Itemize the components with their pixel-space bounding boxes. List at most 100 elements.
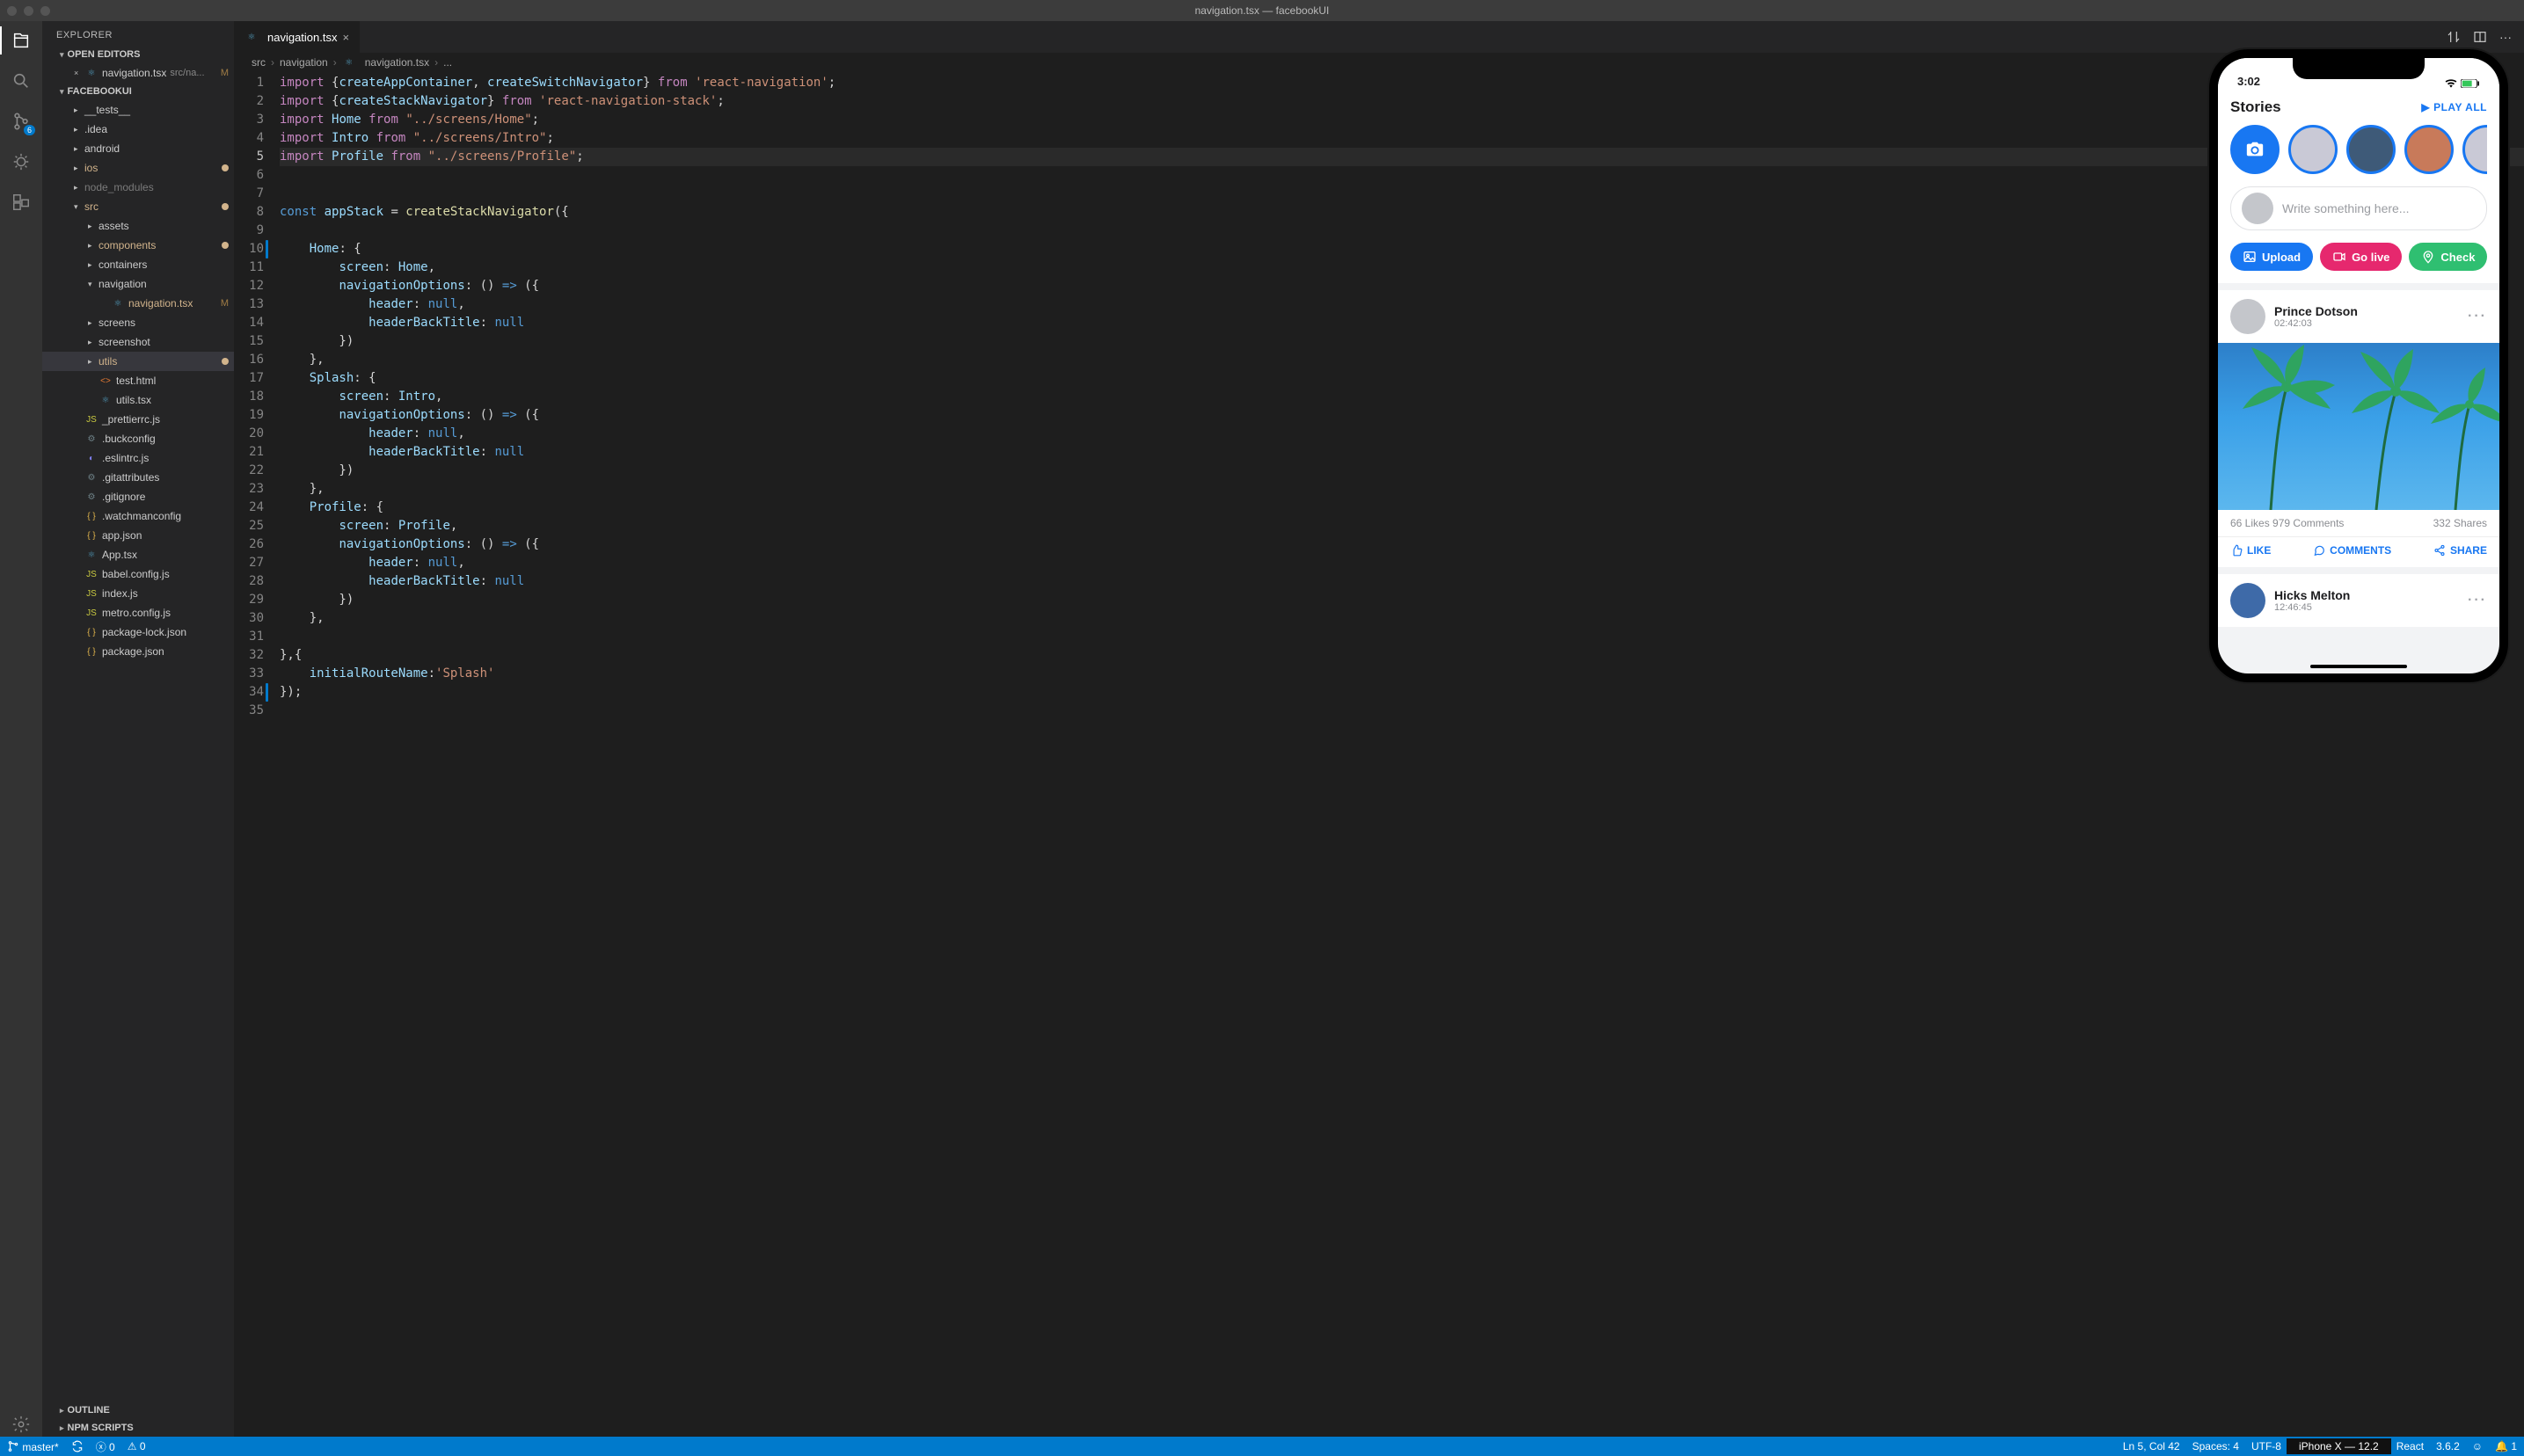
folder-item[interactable]: ▸android xyxy=(42,139,234,158)
file-item[interactable]: JSindex.js xyxy=(42,584,234,603)
window-controls[interactable] xyxy=(7,6,50,16)
tree-item-label: components xyxy=(98,239,156,251)
cursor-position[interactable]: Ln 5, Col 42 xyxy=(2123,1440,2180,1452)
breadcrumb-item[interactable]: ... xyxy=(443,56,452,69)
file-item[interactable]: { }package-lock.json xyxy=(42,622,234,642)
settings-gear-icon[interactable] xyxy=(9,1412,33,1437)
zoom-window-icon[interactable] xyxy=(40,6,50,16)
js-file-icon: JS xyxy=(84,567,98,581)
status-bar: master* ⓧ 0 ⚠ 0 Ln 5, Col 42 Spaces: 4 U… xyxy=(0,1437,2524,1456)
folder-item[interactable]: ▸assets xyxy=(42,216,234,236)
code-area[interactable]: 1234567891011121314151617181920212223242… xyxy=(234,72,2524,1437)
breadcrumb-item[interactable]: navigation.tsx xyxy=(365,56,429,69)
file-item[interactable]: ⚛utils.tsx xyxy=(42,390,234,410)
react-file-icon: ⚛ xyxy=(84,66,98,80)
file-item[interactable]: ⚛navigation.tsxM xyxy=(42,294,234,313)
breadcrumb-item[interactable]: src xyxy=(252,56,266,69)
folder-item[interactable]: ▸containers xyxy=(42,255,234,274)
file-item[interactable]: { }package.json xyxy=(42,642,234,661)
indentation[interactable]: Spaces: 4 xyxy=(2192,1440,2239,1452)
folder-item[interactable]: ▾src xyxy=(42,197,234,216)
file-item[interactable]: { }.watchmanconfig xyxy=(42,506,234,526)
file-item[interactable]: ⚙.gitignore xyxy=(42,487,234,506)
simulator-label[interactable]: iPhone X — 12.2 xyxy=(2287,1438,2391,1454)
tree-item-label: containers xyxy=(98,258,147,271)
open-editor-filename: navigation.tsx xyxy=(102,67,166,79)
minimize-window-icon[interactable] xyxy=(24,6,33,16)
file-item[interactable]: JSmetro.config.js xyxy=(42,603,234,622)
errors-indicator[interactable]: ⓧ 0 xyxy=(96,1439,115,1454)
debug-icon[interactable] xyxy=(9,149,33,174)
typescript-file-icon: ⚛ xyxy=(98,393,113,407)
explorer-icon[interactable] xyxy=(9,28,33,53)
tree-item-label: .gitignore xyxy=(102,491,145,503)
editor-tab[interactable]: ⚛ navigation.tsx × xyxy=(234,21,361,53)
tree-item-label: node_modules xyxy=(84,181,154,193)
folder-item[interactable]: ▸node_modules xyxy=(42,178,234,197)
open-editor-item[interactable]: × ⚛ navigation.tsx src/na... M xyxy=(42,63,234,83)
file-item[interactable]: JS_prettierrc.js xyxy=(42,410,234,429)
search-icon[interactable] xyxy=(9,69,33,93)
folder-item[interactable]: ▸screenshot xyxy=(42,332,234,352)
feedback-icon[interactable]: ☺ xyxy=(2472,1440,2483,1452)
file-item[interactable]: JS babel.config.js xyxy=(42,564,234,584)
react-file-icon: ⚛ xyxy=(342,55,356,69)
outline-section[interactable]: OUTLINE xyxy=(42,1401,234,1419)
language-mode[interactable]: React xyxy=(2396,1440,2424,1452)
file-item[interactable]: <>test.html xyxy=(42,371,234,390)
folder-item[interactable]: ▸ios xyxy=(42,158,234,178)
scm-badge: 6 xyxy=(24,125,35,135)
activity-bar: 6 xyxy=(0,21,42,1437)
chevron-right-icon: ▸ xyxy=(88,222,98,231)
js-file-icon: JS xyxy=(84,606,98,620)
tree-item-label: screens xyxy=(98,317,135,329)
eslint-file-icon: ◐ xyxy=(84,451,98,465)
chevron-right-icon: ▸ xyxy=(74,125,84,135)
folder-item[interactable]: ▾navigation xyxy=(42,274,234,294)
encoding[interactable]: UTF-8 xyxy=(2251,1440,2281,1452)
tab-row: ⚛ navigation.tsx × ··· xyxy=(234,21,2524,53)
source-control-icon[interactable]: 6 xyxy=(9,109,33,134)
typescript-file-icon: ⚛ xyxy=(111,296,125,310)
extensions-icon[interactable] xyxy=(9,190,33,215)
chevron-down-icon: ▾ xyxy=(74,202,84,212)
tree-item-label: __tests__ xyxy=(84,104,130,116)
tree-item-label: babel.config.js xyxy=(102,568,170,580)
folder-item[interactable]: ▸utils xyxy=(42,352,234,371)
close-icon[interactable]: × xyxy=(74,69,84,77)
branch-indicator[interactable]: master* xyxy=(7,1440,59,1453)
more-icon[interactable]: ··· xyxy=(2499,30,2512,44)
react-file-icon: ⚛ xyxy=(244,30,259,44)
file-item[interactable]: ◐.eslintrc.js xyxy=(42,448,234,468)
js-file-icon: JS xyxy=(84,586,98,601)
typescript-version[interactable]: 3.6.2 xyxy=(2436,1440,2460,1452)
file-tree: ▸__tests__▸.idea▸android▸ios▸node_module… xyxy=(42,100,234,1401)
folder-item[interactable]: ▸.idea xyxy=(42,120,234,139)
modified-dot xyxy=(222,242,229,249)
file-item[interactable]: ⚙.gitattributes xyxy=(42,468,234,487)
split-editor-icon[interactable] xyxy=(2473,30,2487,44)
code-content[interactable]: import {createAppContainer, createSwitch… xyxy=(280,72,2524,1437)
file-item[interactable]: ⚛App.tsx xyxy=(42,545,234,564)
file-item[interactable]: ⚙.buckconfig xyxy=(42,429,234,448)
breadcrumbs[interactable]: src› navigation› ⚛ navigation.tsx› ... xyxy=(234,53,2524,72)
breadcrumb-item[interactable]: navigation xyxy=(280,56,328,69)
tree-item-label: app.json xyxy=(102,529,142,542)
close-window-icon[interactable] xyxy=(7,6,17,16)
folder-item[interactable]: ▸__tests__ xyxy=(42,100,234,120)
open-editors-section[interactable]: OPEN EDITORS xyxy=(42,46,234,63)
file-item[interactable]: { }app.json xyxy=(42,526,234,545)
chevron-right-icon: ▸ xyxy=(74,164,84,173)
warnings-indicator[interactable]: ⚠ 0 xyxy=(128,1440,146,1452)
folder-item[interactable]: ▸screens xyxy=(42,313,234,332)
npm-scripts-section[interactable]: NPM SCRIPTS xyxy=(42,1419,234,1437)
compare-changes-icon[interactable] xyxy=(2447,30,2461,44)
tree-item-label: .gitattributes xyxy=(102,471,159,484)
tab-label: navigation.tsx xyxy=(267,31,338,44)
close-tab-icon[interactable]: × xyxy=(343,31,350,44)
folder-item[interactable]: ▸components xyxy=(42,236,234,255)
notifications-icon[interactable]: 🔔 1 xyxy=(2495,1440,2517,1452)
project-section[interactable]: FACEBOOKUI xyxy=(42,83,234,100)
sync-icon[interactable] xyxy=(71,1440,84,1453)
js-file-icon: JS xyxy=(84,412,98,426)
